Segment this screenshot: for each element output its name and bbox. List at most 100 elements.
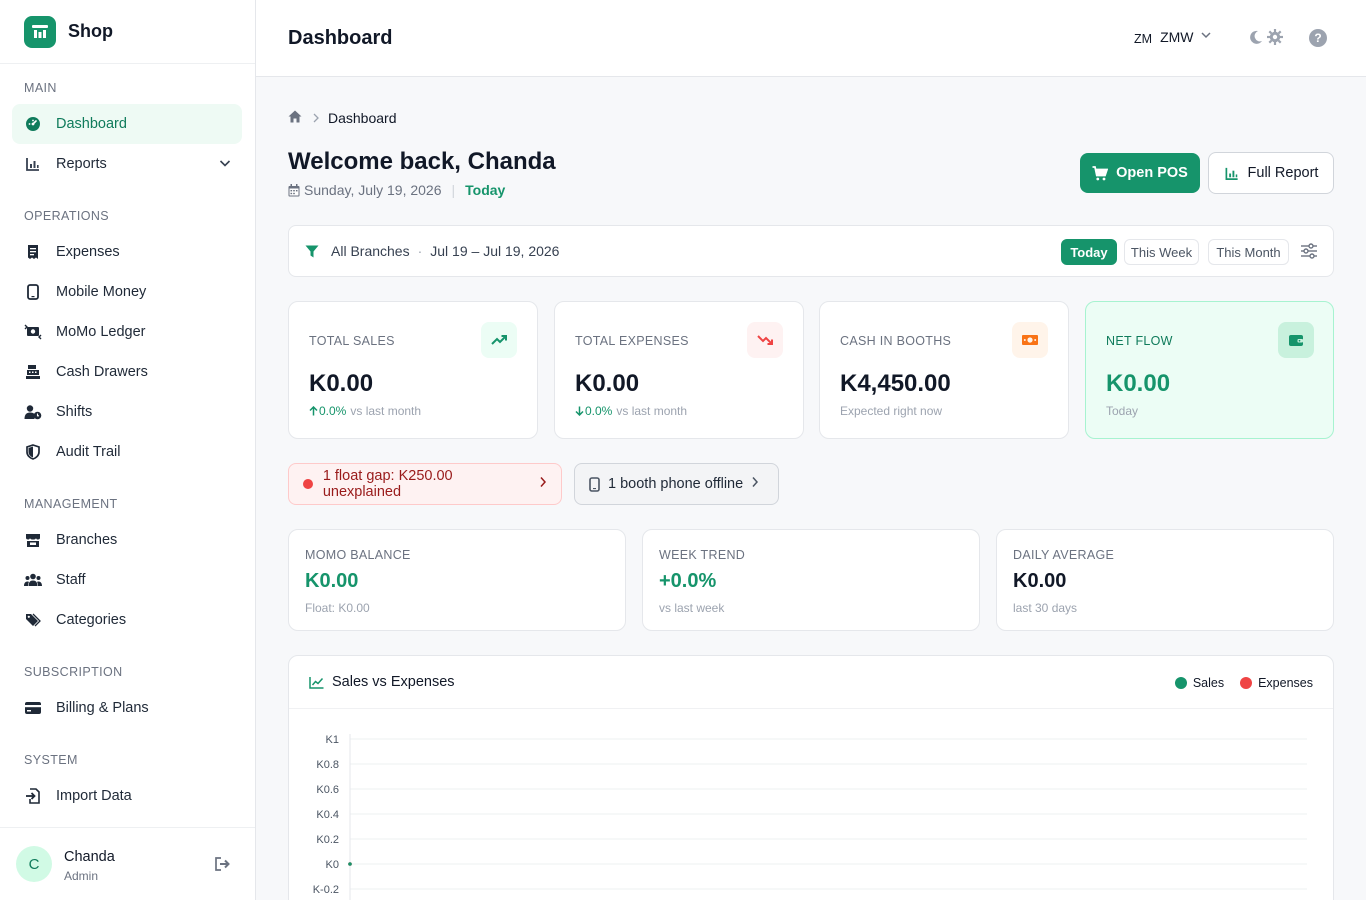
chevron-down-icon[interactable] xyxy=(218,156,232,174)
phone-offline-text: 1 booth phone offline xyxy=(608,476,744,492)
delta-value: 0.0% xyxy=(585,404,613,418)
sidebar-item-expenses[interactable]: Expenses xyxy=(12,232,242,272)
sidebar-item-staff[interactable]: Staff xyxy=(12,560,242,600)
shield-icon xyxy=(24,443,42,461)
sidebar-item-categories[interactable]: Categories xyxy=(12,600,242,640)
legend-dot xyxy=(1240,677,1253,689)
sidebar-item-label: Staff xyxy=(56,572,86,588)
sidebar-item-dashboard[interactable]: Dashboard xyxy=(12,104,242,144)
y-tick-label: K0.8 xyxy=(316,759,339,771)
avatar[interactable]: C xyxy=(16,846,52,882)
brand-name: Shop xyxy=(68,21,113,41)
full-report-button[interactable]: Full Report xyxy=(1208,152,1334,194)
trend-down-icon xyxy=(747,322,783,358)
gear-icon xyxy=(1266,28,1284,51)
home-icon[interactable] xyxy=(288,110,302,126)
stat-value: K0.00 xyxy=(1106,370,1171,397)
store-icon xyxy=(24,531,42,549)
chevron-right-icon xyxy=(751,476,759,492)
sidebar-item-reports[interactable]: Reports xyxy=(12,144,242,184)
stat-card-total-sales[interactable]: TOTAL SALES K0.00 0.0% vs last month xyxy=(288,301,538,439)
period-this-week[interactable]: This Week xyxy=(1124,239,1199,265)
filter-summary[interactable]: All Branches · Jul 19 – Jul 19, 2026 xyxy=(305,243,559,259)
delta-caption: vs last month xyxy=(616,404,688,418)
chevron-right-icon xyxy=(539,476,547,492)
sidebar-item-mobile-money[interactable]: Mobile Money xyxy=(12,272,242,312)
sidebar-item-label: Import Data xyxy=(56,788,132,804)
welcome-heading: Welcome back, Chanda xyxy=(288,148,556,175)
credit-card-icon xyxy=(24,699,42,717)
sidebar-item-branches[interactable]: Branches xyxy=(12,520,242,560)
float-gap-alert[interactable]: 1 float gap: K250.00 unexplained xyxy=(288,463,562,505)
filter-icon xyxy=(305,245,319,258)
user-role: Admin xyxy=(64,869,99,883)
today-tag: Today xyxy=(465,182,506,198)
y-tick-label: K0 xyxy=(326,859,339,871)
brand[interactable]: Shop xyxy=(0,0,255,64)
mini-sub: Float: K0.00 xyxy=(305,601,370,615)
phone-offline-alert[interactable]: 1 booth phone offline xyxy=(574,463,779,505)
date-range: Jul 19 – Jul 19, 2026 xyxy=(430,243,560,259)
stat-sub: 0.0% vs last month xyxy=(575,404,687,418)
stat-value: K4,450.00 xyxy=(840,370,951,397)
bar-chart-icon xyxy=(1224,166,1248,181)
chart-legend: Sales Expenses xyxy=(1159,676,1313,690)
week-trend-card[interactable]: WEEK TREND +0.0% vs last week xyxy=(642,529,980,631)
legend-item-expenses[interactable]: Expenses xyxy=(1240,676,1313,690)
currency-selector[interactable]: ZM ZMW xyxy=(1134,28,1212,46)
chevron-right-icon xyxy=(312,110,320,126)
stat-value: K0.00 xyxy=(575,370,640,397)
mini-sub: vs last week xyxy=(659,601,725,615)
sidebar-item-momo-ledger[interactable]: MoMo Ledger xyxy=(12,312,242,352)
chart-plot: K1 K0.8 K0.6 K0.4 K0.2 K0 K-0.2 xyxy=(313,734,1307,900)
shopping-cart-icon xyxy=(1092,165,1116,181)
mobile-phone-icon xyxy=(24,283,42,301)
sidebar-item-audit-trail[interactable]: Audit Trail xyxy=(12,432,242,472)
legend-item-sales[interactable]: Sales xyxy=(1174,676,1224,690)
chart-header: Sales vs Expenses Sales Expenses xyxy=(289,656,1333,709)
sidebar: Shop MAIN Dashboard Reports OPERATIONS E… xyxy=(0,0,256,900)
open-pos-button[interactable]: Open POS xyxy=(1080,153,1200,193)
section-title-operations: OPERATIONS xyxy=(24,209,110,223)
trend-up-icon xyxy=(481,322,517,358)
chart-title-text: Sales vs Expenses xyxy=(332,674,455,690)
stat-label: CASH IN BOOTHS xyxy=(840,334,952,348)
y-tick-label: K0.2 xyxy=(316,834,339,846)
store-chart-icon xyxy=(24,15,56,48)
help-icon[interactable]: ? xyxy=(1309,29,1327,47)
theme-toggle[interactable] xyxy=(1248,28,1284,51)
current-date: Sunday, July 19, 2026 xyxy=(304,182,442,198)
momo-balance-card[interactable]: MOMO BALANCE K0.00 Float: K0.00 xyxy=(288,529,626,631)
stat-sub: Today xyxy=(1106,404,1139,418)
sliders-icon[interactable] xyxy=(1300,243,1318,264)
bar-chart-icon xyxy=(24,155,42,173)
alert-dot-icon xyxy=(303,479,313,489)
mini-sub: last 30 days xyxy=(1013,601,1078,615)
filter-bar: All Branches · Jul 19 – Jul 19, 2026 Tod… xyxy=(288,225,1334,277)
chevron-down-icon xyxy=(1200,28,1212,46)
mini-value: K0.00 xyxy=(305,570,359,592)
stat-card-cash-in-booths[interactable]: CASH IN BOOTHS K4,450.00 Expected right … xyxy=(819,301,1069,439)
logout-icon[interactable] xyxy=(214,856,232,877)
period-today[interactable]: Today xyxy=(1061,239,1117,265)
daily-average-card[interactable]: DAILY AVERAGE K0.00 last 30 days xyxy=(996,529,1334,631)
stat-value: K0.00 xyxy=(309,370,374,397)
stat-card-total-expenses[interactable]: TOTAL EXPENSES K0.00 0.0% vs last month xyxy=(554,301,804,439)
stat-card-net-flow[interactable]: NET FLOW K0.00 Today xyxy=(1085,301,1334,439)
sidebar-item-cash-drawers[interactable]: Cash Drawers xyxy=(12,352,242,392)
sidebar-item-label: Reports xyxy=(56,156,107,172)
topbar: Dashboard ZM ZMW ? xyxy=(256,0,1366,77)
y-tick-label: K0.6 xyxy=(316,784,339,796)
page-title: Dashboard xyxy=(288,27,393,49)
sidebar-item-label: Shifts xyxy=(56,404,93,420)
mobile-phone-icon xyxy=(589,476,600,492)
data-point-sales[interactable] xyxy=(348,862,352,866)
mini-label: DAILY AVERAGE xyxy=(1013,548,1115,562)
divider: | xyxy=(451,182,456,198)
sidebar-item-import-data[interactable]: Import Data xyxy=(12,776,242,816)
sidebar-item-shifts[interactable]: Shifts xyxy=(12,392,242,432)
sidebar-item-billing-plans[interactable]: Billing & Plans xyxy=(12,688,242,728)
period-this-month[interactable]: This Month xyxy=(1208,239,1289,265)
calendar-icon xyxy=(288,183,300,197)
dashboard-gauge-icon xyxy=(24,115,42,133)
